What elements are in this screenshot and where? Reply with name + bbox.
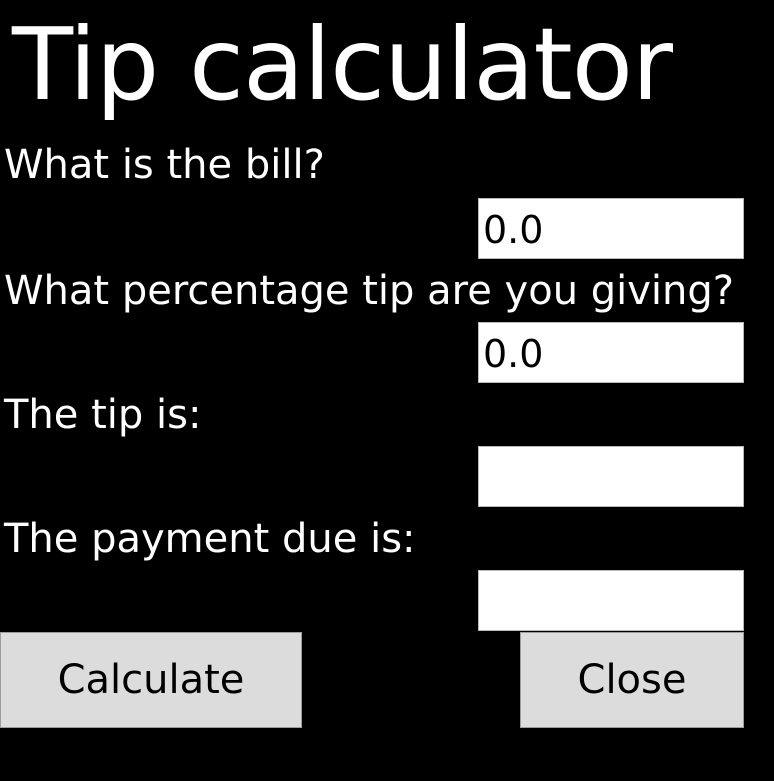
- close-button[interactable]: Close: [520, 632, 744, 728]
- app-title: Tip calculator: [12, 6, 673, 123]
- payment-output-field[interactable]: [478, 570, 744, 631]
- calculate-button[interactable]: Calculate: [0, 632, 302, 728]
- percentage-label: What percentage tip are you giving?: [4, 268, 735, 314]
- bill-input[interactable]: [478, 198, 744, 259]
- tip-output-field[interactable]: [478, 446, 744, 507]
- payment-label: The payment due is:: [4, 516, 416, 562]
- bill-label: What is the bill?: [4, 142, 325, 188]
- percentage-input[interactable]: [478, 322, 744, 383]
- tip-label: The tip is:: [4, 392, 202, 438]
